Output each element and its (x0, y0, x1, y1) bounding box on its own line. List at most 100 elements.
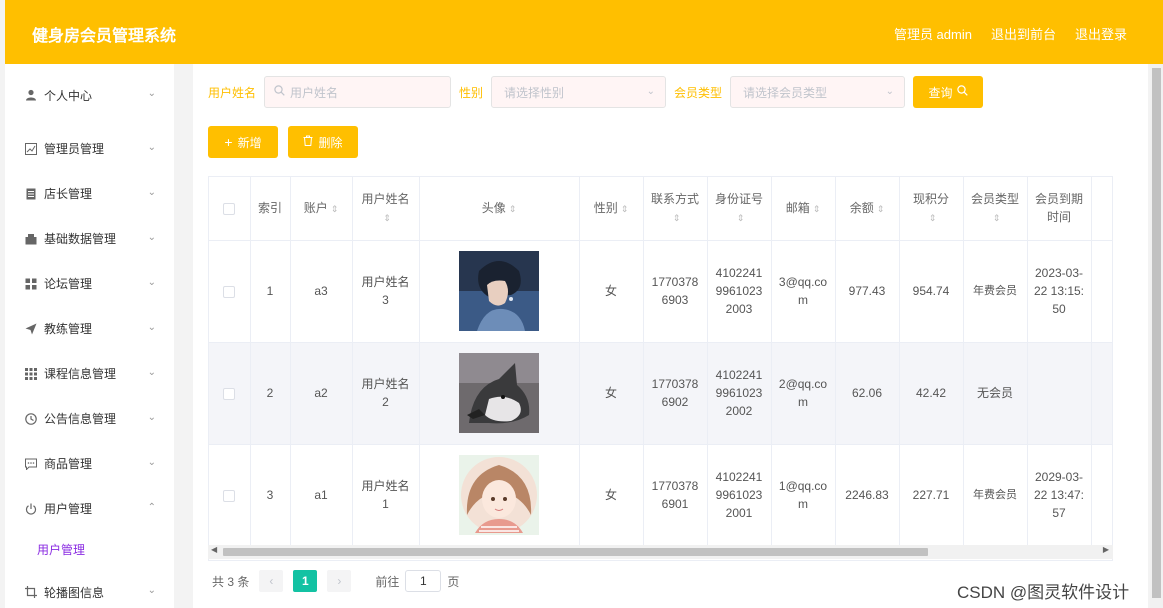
header-expire[interactable]: 会员到期时间 (1027, 177, 1092, 241)
header-idcard[interactable]: 身份证号 ⇕ (707, 177, 772, 241)
delete-button[interactable]: 删除 (288, 126, 358, 158)
cell-email: 2@qq.com (771, 342, 836, 445)
sidebar-item-goods[interactable]: 商品管理 ⌄ (5, 441, 174, 486)
sidebar-item-manager[interactable]: 店长管理 ⌄ (5, 171, 174, 216)
cell-avatar (419, 240, 580, 343)
select-all-checkbox[interactable] (223, 203, 236, 216)
sort-icon[interactable]: ⇕ (737, 213, 745, 223)
chevron-down-icon: ⌄ (147, 367, 156, 378)
sort-icon[interactable]: ⇕ (813, 204, 821, 214)
filter-bar: 用户姓名 用户姓名 性别 请选择性别 ⌄ 会员类型 请选择会员类型 ⌄ 查询 (208, 76, 984, 108)
header-balance[interactable]: 余额 ⇕ (835, 177, 900, 241)
row-checkbox[interactable] (223, 285, 236, 298)
submenu-item-user-management[interactable]: 用户管理 (5, 531, 174, 567)
header-avatar[interactable]: 头像 ⇕ (419, 177, 580, 241)
table-row: 3 a1 用户姓名1 女 17703786901 410224199610232… (209, 444, 1112, 547)
select-all-checkbox-cell[interactable] (209, 177, 251, 241)
sort-icon[interactable]: ⇕ (993, 213, 1001, 223)
header-label: 邮箱 (785, 200, 810, 215)
sidebar-item-notice[interactable]: 公告信息管理 ⌄ (5, 396, 174, 441)
chevron-down-icon: ⌄ (147, 232, 156, 243)
search-button[interactable]: 查询 (913, 76, 984, 108)
next-page-button[interactable]: › (327, 570, 352, 592)
prev-page-button[interactable]: ‹ (259, 570, 284, 592)
row-checkbox-cell[interactable] (209, 444, 251, 547)
cell-operations (1091, 444, 1112, 547)
scroll-left-icon[interactable]: ◀ (211, 545, 217, 554)
page-suffix: 页 (447, 574, 460, 589)
header-phone[interactable]: 联系方式 ⇕ (643, 177, 708, 241)
header-label: 头像 (481, 200, 506, 215)
chevron-down-icon: ⌄ (147, 585, 156, 596)
cell-email: 1@qq.com (771, 444, 836, 547)
sidebar-item-admin[interactable]: 管理员管理 ⌄ (5, 126, 174, 171)
sidebar-item-users[interactable]: 用户管理 ⌃ (5, 486, 174, 531)
table-row: 1 a3 用户姓名3 女 17703786903 410224199610232… (209, 240, 1112, 343)
row-checkbox[interactable] (223, 489, 236, 502)
row-checkbox[interactable] (223, 387, 236, 400)
total-count: 共 3 条 (212, 574, 250, 589)
apps-icon (25, 367, 37, 380)
header-nav: 管理员 admin 退出到前台 退出登录 (894, 24, 1127, 43)
sidebar-item-course[interactable]: 课程信息管理 ⌄ (5, 351, 174, 396)
horizontal-scrollbar[interactable]: ◀ ▶ (208, 545, 1113, 559)
cell-gender: 女 (579, 240, 644, 343)
name-filter-label: 用户姓名 (208, 85, 257, 100)
row-checkbox-cell[interactable] (209, 342, 251, 445)
top-header: 健身房会员管理系统 管理员 admin 退出到前台 退出登录 (5, 0, 1163, 64)
header-label: 账户 (303, 200, 328, 215)
table-header-row: 索引 账户 ⇕ 用户姓名 ⇕ 头像 ⇕ 性别 ⇕ 联系方式 ⇕ 身份证号 ⇕ 邮箱 ⇕ 余额 ⇕… (209, 177, 1112, 241)
exit-to-frontend-link[interactable]: 退出到前台 (991, 24, 1056, 43)
sidebar-item-base-data[interactable]: 基础数据管理 ⌄ (5, 216, 174, 261)
sort-icon[interactable]: ⇕ (673, 213, 681, 223)
header-account[interactable]: 账户 ⇕ (290, 177, 353, 241)
avatar-image[interactable] (459, 353, 539, 433)
gender-select[interactable]: 请选择性别 ⌄ (491, 76, 667, 108)
sidebar-item-label: 教练管理 (44, 322, 93, 336)
sort-icon[interactable]: ⇕ (877, 204, 885, 214)
sort-icon[interactable]: ⇕ (621, 204, 629, 214)
header-member-type[interactable]: 会员类型 ⇕ (963, 177, 1028, 241)
goto-page-input[interactable]: 1 (405, 570, 442, 592)
sort-icon[interactable]: ⇕ (929, 213, 937, 223)
database-icon (25, 233, 37, 245)
add-button[interactable]: + 新增 (208, 126, 278, 158)
vertical-scrollbar[interactable] (1150, 64, 1163, 608)
header-email[interactable]: 邮箱 ⇕ (771, 177, 836, 241)
header-name[interactable]: 用户姓名 ⇕ (352, 177, 420, 241)
sidebar-item-profile[interactable]: 个人中心 ⌄ (5, 64, 174, 126)
chevron-down-icon: ⌄ (147, 187, 156, 198)
scroll-right-icon[interactable]: ▶ (1103, 545, 1109, 554)
cell-name: 用户姓名2 (352, 342, 420, 445)
avatar-image[interactable] (459, 251, 539, 331)
add-button-label: 新增 (237, 135, 262, 150)
chevron-down-icon: ⌄ (147, 412, 156, 423)
chevron-down-icon: ⌄ (147, 142, 156, 153)
cell-name: 用户姓名1 (352, 444, 420, 547)
scrollbar-thumb[interactable] (1152, 68, 1161, 598)
sidebar-item-forum[interactable]: 论坛管理 ⌄ (5, 261, 174, 306)
chat-icon (25, 458, 37, 470)
sidebar-item-carousel[interactable]: 轮播图信息 ⌄ (5, 567, 174, 608)
sort-icon[interactable]: ⇕ (383, 213, 391, 223)
table-row: 2 a2 用户姓名2 女 17703786902 410224199610232… (209, 342, 1112, 445)
name-search-input[interactable]: 用户姓名 (264, 76, 452, 108)
header-gender[interactable]: 性别 ⇕ (579, 177, 644, 241)
header-index: 索引 (250, 177, 291, 241)
app-title: 健身房会员管理系统 (32, 28, 177, 45)
scrollbar-thumb[interactable] (223, 548, 928, 556)
avatar-image[interactable] (459, 455, 539, 535)
sidebar-item-label: 课程信息管理 (44, 367, 117, 381)
admin-user-link[interactable]: 管理员 admin (894, 24, 972, 43)
page-number-current[interactable]: 1 (293, 570, 318, 592)
header-points[interactable]: 现积分 ⇕ (899, 177, 964, 241)
sidebar-item-coach[interactable]: 教练管理 ⌄ (5, 306, 174, 351)
cell-balance: 62.06 (835, 342, 900, 445)
logout-link[interactable]: 退出登录 (1075, 24, 1127, 43)
chevron-down-icon: ⌄ (147, 277, 156, 288)
sort-icon[interactable]: ⇕ (331, 204, 339, 214)
chevron-down-icon: ⌄ (147, 88, 156, 99)
member-type-select[interactable]: 请选择会员类型 ⌄ (730, 76, 906, 108)
row-checkbox-cell[interactable] (209, 240, 251, 343)
sort-icon[interactable]: ⇕ (509, 204, 517, 214)
